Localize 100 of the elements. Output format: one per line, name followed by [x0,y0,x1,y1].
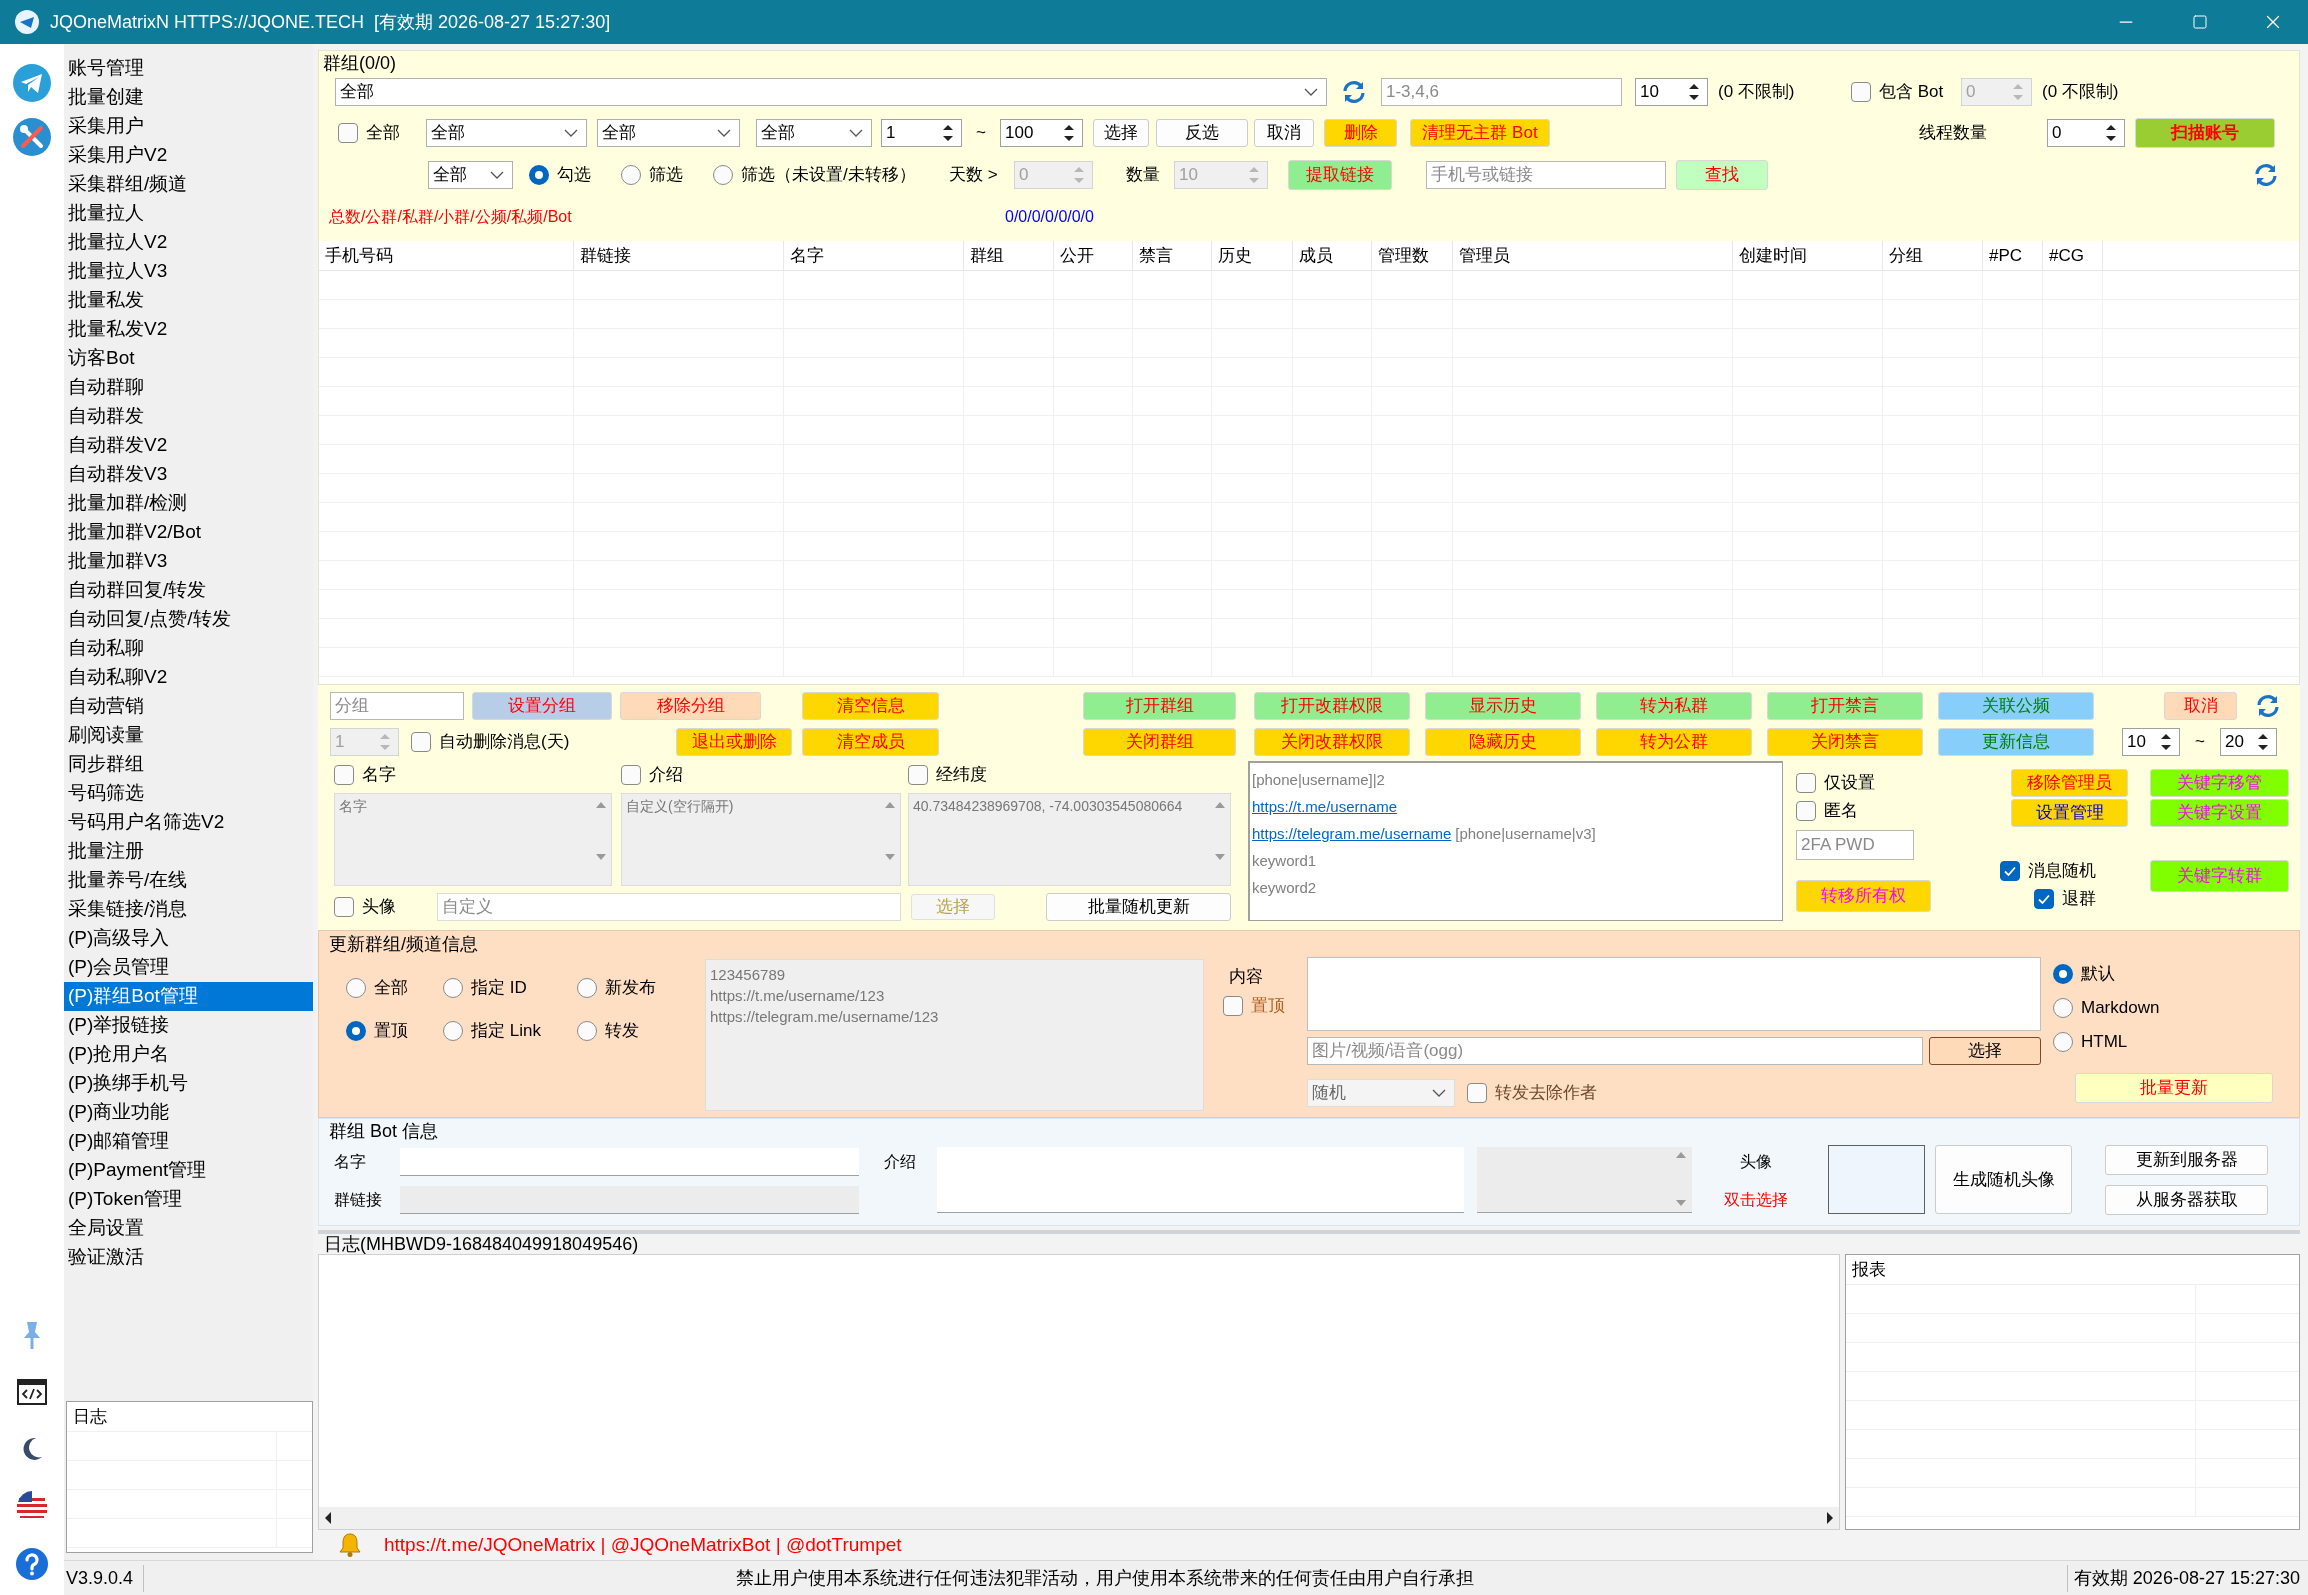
sidebar-item[interactable]: 批量拉人 [64,199,313,228]
column-header[interactable]: 管理员 [1453,241,1733,270]
number-field[interactable]: 100 [1000,119,1083,147]
sidebar-item[interactable]: 批量加群/检测 [64,489,313,518]
sidebar-item[interactable]: 全局设置 [64,1214,313,1243]
sidebar-item[interactable]: (P)群组Bot管理 [64,982,313,1011]
sidebar-item[interactable]: 自动营销 [64,692,313,721]
sidebar-item[interactable]: 号码筛选 [64,779,313,808]
text-area[interactable]: 40.73484238969708, -74.00303545080664 [908,793,1231,886]
number-field[interactable]: 1 [881,119,962,147]
sidebar-item[interactable]: (P)邮箱管理 [64,1127,313,1156]
contact-links[interactable]: https://t.me/JQOneMatrix | @JQOneMatrixBot | @dotTrumpet [384,1530,902,1560]
dropdown[interactable]: 全部 [756,119,872,147]
sidebar-item[interactable]: 同步群组 [64,750,313,779]
batch-update-button[interactable]: 批量更新 [2075,1073,2273,1103]
text-field[interactable]: 自定义 [437,893,901,921]
paper-plane-icon[interactable] [12,63,52,103]
checkbox[interactable] [338,123,358,143]
search-field[interactable]: 手机号或链接 [1426,161,1666,189]
content-text-area[interactable] [1307,957,2041,1031]
checkbox[interactable] [1223,996,1243,1016]
radio-button[interactable] [577,978,597,998]
sidebar-item[interactable]: 自动群发 [64,402,313,431]
help-icon[interactable] [15,1547,49,1581]
sidebar-item[interactable]: 刷阅读量 [64,721,313,750]
sidebar-item[interactable]: 验证激活 [64,1243,313,1272]
column-header[interactable]: 名字 [784,241,964,270]
sidebar-item[interactable]: 自动群回复/转发 [64,576,313,605]
sidebar-item[interactable]: 批量私发 [64,286,313,315]
sidebar-item[interactable]: 采集用户 [64,112,313,141]
sidebar-item[interactable]: 批量养号/在线 [64,866,313,895]
refresh-icon[interactable] [2253,162,2279,188]
checkbox[interactable] [1851,82,1871,102]
checkbox[interactable] [411,732,431,752]
checkbox[interactable] [1796,801,1816,821]
sidebar-item[interactable]: 访客Bot [64,344,313,373]
sidebar-item[interactable]: 采集群组/频道 [64,170,313,199]
column-header[interactable]: #PC [1983,241,2043,270]
sidebar-item[interactable]: (P)高级导入 [64,924,313,953]
generate-avatar-button[interactable]: 生成随机头像 [1935,1145,2072,1214]
radio-button[interactable] [577,1021,597,1041]
column-header[interactable]: 禁言 [1133,241,1212,270]
code-window-icon[interactable] [16,1376,48,1408]
sidebar-item[interactable]: 自动群聊 [64,373,313,402]
scroll-right-icon[interactable] [1825,1511,1835,1525]
column-header[interactable]: 群链接 [574,241,784,270]
dropdown[interactable]: 全部 [335,78,1327,106]
radio-button[interactable] [713,165,733,185]
checkbox[interactable] [334,765,354,785]
sidebar-item[interactable]: (P)会员管理 [64,953,313,982]
number-field[interactable]: 20 [2220,728,2277,756]
maximize-icon[interactable] [2192,14,2208,30]
number-field[interactable]: 0 [2047,119,2125,147]
dropdown[interactable]: 全部 [426,119,587,147]
column-header[interactable]: 管理数 [1372,241,1453,270]
sidebar-item[interactable]: 号码用户名筛选V2 [64,808,313,837]
random-update-button[interactable]: 批量随机更新 [1046,893,1231,921]
refresh-icon[interactable] [1341,79,1367,105]
sidebar-item[interactable]: 批量加群V2/Bot [64,518,313,547]
text-field[interactable]: 1-3,4,6 [1381,78,1622,106]
tools-icon[interactable] [12,117,52,157]
radio-button[interactable] [346,978,366,998]
text-field[interactable]: 图片/视频/语音(ogg) [1307,1037,1923,1065]
checkbox[interactable] [1796,773,1816,793]
avatar-box[interactable] [1828,1145,1925,1214]
checkbox[interactable] [2000,861,2020,881]
checkbox[interactable] [621,765,641,785]
checkbox[interactable] [334,897,354,917]
sidebar-item[interactable]: (P)换绑手机号 [64,1069,313,1098]
action-button[interactable]: 选择 [1093,119,1149,147]
sidebar-item[interactable]: 自动群发V2 [64,431,313,460]
sidebar-item[interactable]: 批量拉人V3 [64,257,313,286]
sidebar-item[interactable]: 自动回复/点赞/转发 [64,605,313,634]
sidebar-item[interactable]: (P)抢用户名 [64,1040,313,1069]
column-header[interactable]: 历史 [1212,241,1293,270]
refresh-icon[interactable] [2255,693,2281,719]
sidebar-item[interactable]: 批量私发V2 [64,315,313,344]
radio-button[interactable] [2053,1032,2073,1052]
column-header[interactable]: 成员 [1293,241,1372,270]
update-server-button[interactable]: 更新到服务器 [2105,1145,2268,1175]
column-header[interactable]: 群组 [964,241,1054,270]
sidebar-item[interactable]: 自动私聊V2 [64,663,313,692]
text-field[interactable]: 分组 [330,692,464,720]
radio-button[interactable] [2053,998,2073,1018]
number-field[interactable]: 10 [2122,728,2180,756]
radio-button[interactable] [346,1021,366,1041]
choose-button[interactable]: 选择 [1929,1037,2041,1065]
radio-button[interactable] [2053,964,2073,984]
link[interactable]: https://telegram.me/username [1252,823,1452,846]
radio-button[interactable] [443,1021,463,1041]
sidebar-item[interactable]: (P)Payment管理 [64,1156,313,1185]
sidebar-item[interactable]: 批量注册 [64,837,313,866]
sidebar-item[interactable]: (P)举报链接 [64,1011,313,1040]
sidebar-item[interactable]: 账号管理 [64,54,313,83]
sidebar-item[interactable]: 采集用户V2 [64,141,313,170]
column-header[interactable]: 手机号码 [319,241,574,270]
sidebar-item[interactable]: 自动私聊 [64,634,313,663]
sidebar-item[interactable]: (P)商业功能 [64,1098,313,1127]
action-button[interactable]: 取消 [1254,119,1314,147]
sidebar-item[interactable]: 批量加群V3 [64,547,313,576]
